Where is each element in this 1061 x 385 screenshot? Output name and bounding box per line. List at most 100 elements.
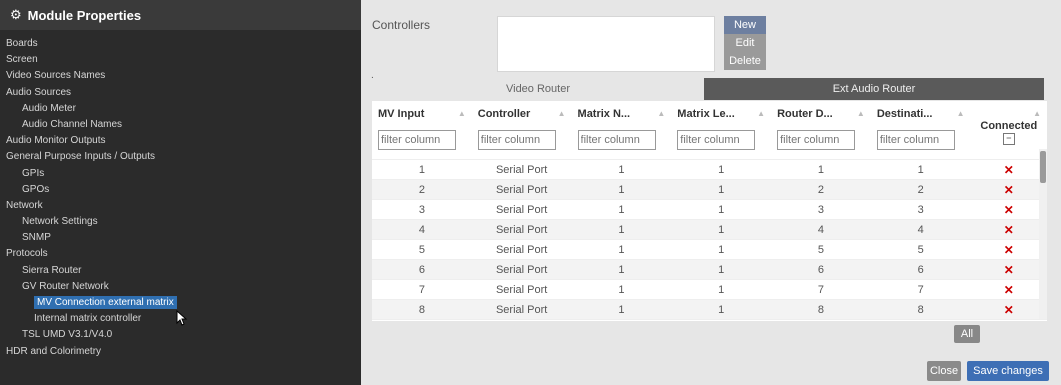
tree-item-gpis[interactable]: GPIs [0,166,361,182]
sort-arrow-icon[interactable]: ▲ [757,109,765,118]
column-header[interactable]: Matrix N... ▲ [571,101,672,123]
tree-item-label: HDR and Colorimetry [6,345,102,357]
table-cell: 1 [571,199,672,220]
table-cell: 1 [571,319,672,321]
scrollbar-thumb[interactable] [1040,151,1046,183]
delete-button[interactable]: Delete [724,52,766,70]
tree-item-audio-monitor-outputs[interactable]: Audio Monitor Outputs [0,133,361,149]
table-cell: 6 [870,259,971,280]
edit-button[interactable]: Edit [724,34,766,52]
save-changes-button[interactable]: Save changes [967,361,1049,381]
table-cell: 1 [571,179,672,200]
tree-item-audio-sources[interactable]: Audio Sources [0,85,361,101]
table-row[interactable]: 8 Serial Port 1 1 8 8 ✕ [372,299,1047,320]
all-button[interactable]: All [954,325,980,343]
column-header-label: Router D... [777,108,833,120]
tab-video-router[interactable]: Video Router [372,78,704,100]
sort-arrow-icon[interactable]: ▲ [458,109,466,118]
minus-box-icon[interactable]: − [1002,132,1015,145]
table-cell: 5 [372,239,472,260]
table-cell: 1 [870,159,971,180]
filter-column-input[interactable] [378,130,456,150]
x-icon[interactable]: ✕ [970,259,1047,280]
x-icon[interactable]: ✕ [970,279,1047,300]
x-icon[interactable]: ✕ [970,159,1047,180]
table-row[interactable]: 9Serial Port1199✕ [372,319,1047,321]
tree-item-screen[interactable]: Screen [0,52,361,68]
column-header[interactable]: Destinati... ▲ [870,101,971,123]
table-cell: 1 [671,199,772,220]
tree-item-label: Internal matrix controller [34,313,142,325]
table-row[interactable]: 5 Serial Port 1 1 5 5 ✕ [372,239,1047,260]
table-cell: 3 [372,199,472,220]
x-icon[interactable]: ✕ [970,199,1047,220]
controllers-label: Controllers [372,18,431,32]
table-cell: 8 [870,299,971,320]
table-row[interactable]: 1 Serial Port 1 1 1 1 ✕ [372,159,1047,180]
filter-column-input[interactable] [876,130,955,150]
tab-ext-audio-router[interactable]: Ext Audio Router [704,78,1044,100]
x-icon[interactable]: ✕ [970,319,1047,321]
column-header[interactable]: Matrix Le... ▲ [671,101,772,123]
sort-arrow-icon[interactable]: ▲ [558,109,566,118]
column-header-label: Controller [477,108,531,120]
column-header[interactable]: MV Input ▲ [372,101,472,123]
table-cell: 6 [372,259,472,280]
filter-column-input[interactable] [677,130,756,150]
sort-arrow-icon[interactable]: ▲ [1033,109,1041,118]
sort-arrow-icon[interactable]: ▲ [957,109,965,118]
x-icon[interactable]: ✕ [970,239,1047,260]
table-row[interactable]: 2 Serial Port 1 1 2 2 ✕ [372,179,1047,200]
panel-title: Module Properties [27,7,142,23]
tree-item-network[interactable]: Network [0,198,361,214]
table-cell: 4 [372,219,472,240]
filter-column-input[interactable] [577,130,656,150]
filter-column-input[interactable] [477,130,556,150]
table-row[interactable]: 4 Serial Port 1 1 4 4 ✕ [372,219,1047,240]
tree-item-gpos[interactable]: GPOs [0,182,361,198]
table-cell: 7 [870,279,971,300]
table-cell: 1 [571,159,672,180]
mouse-cursor-icon [176,310,188,326]
table-cell: 9 [771,319,871,321]
controllers-list[interactable] [497,16,715,72]
tree-item-label: GV Router Network [22,280,109,292]
new-button[interactable]: New [724,16,766,34]
tree-item-audio-meter[interactable]: Audio Meter [0,101,361,117]
table-row[interactable]: 3 Serial Port 1 1 3 3 ✕ [372,199,1047,220]
filter-cell [471,123,572,160]
x-icon[interactable]: ✕ [970,299,1047,320]
close-button[interactable]: Close [927,361,961,381]
sort-arrow-icon[interactable]: ▲ [857,109,865,118]
tree-item-video-sources-names[interactable]: Video Sources Names [0,68,361,84]
tree-item-protocols[interactable]: Protocols [0,246,361,262]
tree-item-hdr-and-colorimetry[interactable]: HDR and Colorimetry [0,344,361,360]
connections-table-container: MV Input ▲ Controller ▲ Matrix N... ▲ Matrix L… [372,101,1047,321]
column-header[interactable]: Router D... ▲ [771,101,871,123]
column-header-label: Destinati... [876,108,933,120]
tree-item-network-settings[interactable]: Network Settings [0,214,361,230]
tree-item-label: Boards [6,38,38,49]
tree-item-boards[interactable]: Boards [0,36,361,52]
sort-arrow-icon[interactable]: ▲ [657,109,665,118]
tree-item-sierra-router[interactable]: Sierra Router [0,263,361,279]
table-cell: 1 [571,299,672,320]
filter-column-input[interactable] [777,130,856,150]
column-header[interactable]: Controller ▲ [471,101,572,123]
table-cell: Serial Port [471,299,572,320]
x-icon[interactable]: ✕ [970,179,1047,200]
tree-item-gv-router-network[interactable]: GV Router Network [0,279,361,295]
column-header-label: Matrix Le... [677,108,735,120]
tree-item-snmp[interactable]: SNMP [0,230,361,246]
tree-item-tsl-umd-v3-1-v4-0[interactable]: TSL UMD V3.1/V4.0 [0,327,361,343]
column-header[interactable]: Connected − ▲ [970,101,1047,160]
table-scrollbar[interactable] [1039,149,1047,319]
tree-item-mv-connection-external-matrix[interactable]: MV Connection external matrix [0,295,361,311]
table-row[interactable]: 7 Serial Port 1 1 7 7 ✕ [372,279,1047,300]
table-row[interactable]: 6 Serial Port 1 1 6 6 ✕ [372,259,1047,280]
properties-content: Controllers New Edit Delete . Video Rout… [361,0,1061,385]
x-icon[interactable]: ✕ [970,219,1047,240]
tree-item-general-purpose-inputs-outputs[interactable]: General Purpose Inputs / Outputs [0,149,361,165]
tree-item-audio-channel-names[interactable]: Audio Channel Names [0,117,361,133]
table-cell: 1 [571,239,672,260]
